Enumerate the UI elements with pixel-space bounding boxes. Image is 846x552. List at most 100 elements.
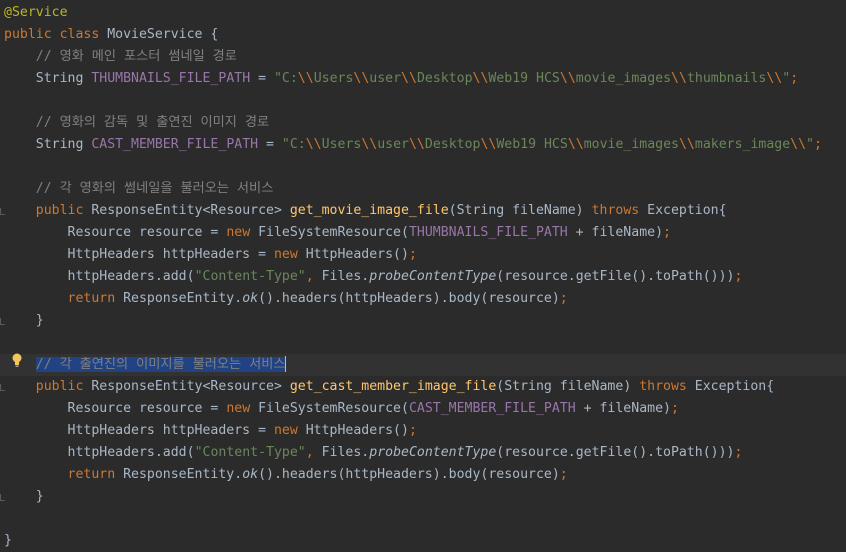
code-line[interactable]: return ResponseEntity.ok().headers(httpH… xyxy=(0,288,846,310)
code-token: MovieService { xyxy=(107,27,219,42)
code-line[interactable]: public class MovieService { xyxy=(0,24,846,46)
code-line[interactable]: Resource resource = new FileSystemResour… xyxy=(0,222,846,244)
code-token: } xyxy=(4,489,44,504)
code-token: httpHeaders.add( xyxy=(4,269,195,284)
code-token: String xyxy=(4,137,92,152)
code-token: CAST_MEMBER_FILE_PATH xyxy=(408,401,576,416)
code-line[interactable]: // 영화의 감독 및 출연진 이미지 경로 xyxy=(0,112,846,134)
code-token: httpHeaders.add( xyxy=(4,445,195,460)
code-token: \\ xyxy=(305,137,322,152)
code-token: get_movie_image_file xyxy=(289,203,449,218)
code-line[interactable]: httpHeaders.add("Content-Type", Files.pr… xyxy=(0,266,846,288)
code-line[interactable]: } xyxy=(0,486,846,508)
code-token: CAST_MEMBER_FILE_PATH xyxy=(91,137,259,152)
code-line-text: HttpHeaders httpHeaders = new HttpHeader… xyxy=(4,244,417,266)
code-token: THUMBNAILS_FILE_PATH xyxy=(408,225,568,240)
code-token: FileSystemResource( xyxy=(258,225,409,240)
code-token: Web19 HCS xyxy=(488,71,560,86)
code-line[interactable]: HttpHeaders httpHeaders = new HttpHeader… xyxy=(0,420,846,442)
code-line[interactable]: } xyxy=(0,310,846,332)
code-token: makers_image xyxy=(694,137,791,152)
code-token: = xyxy=(250,71,274,86)
code-line[interactable] xyxy=(0,332,846,354)
code-token: public class xyxy=(4,27,108,42)
code-line[interactable]: // 영화 메인 포스터 썸네일 경로 xyxy=(0,46,846,68)
code-token: \\ xyxy=(353,71,370,86)
code-token: \\ xyxy=(671,71,687,86)
code-token: ; xyxy=(408,247,417,262)
code-token: ; xyxy=(790,71,799,86)
code-line[interactable]: public ResponseEntity<Resource> get_cast… xyxy=(0,376,846,398)
code-line[interactable]: // 각 영화의 썸네일을 불러오는 서비스 xyxy=(0,178,846,200)
code-line-text: return ResponseEntity.ok().headers(httpH… xyxy=(4,288,568,310)
code-token: movie_images xyxy=(575,71,672,86)
code-token: HttpHeaders httpHeaders = xyxy=(4,423,274,438)
code-line[interactable] xyxy=(0,156,846,178)
code-token: } xyxy=(4,313,44,328)
code-token: throws xyxy=(639,379,695,394)
code-line-text: public ResponseEntity<Resource> get_movi… xyxy=(4,200,727,222)
code-line[interactable] xyxy=(0,90,846,112)
code-token: ; xyxy=(814,137,822,152)
fold-marker-icon[interactable] xyxy=(0,494,5,501)
code-token: ; xyxy=(670,401,679,416)
code-token: String xyxy=(4,71,92,86)
fold-marker-icon[interactable] xyxy=(0,208,5,215)
code-line-text: // 각 출연진의 이미지를 불러오는 서비스 xyxy=(4,354,287,376)
code-line[interactable]: Resource resource = new FileSystemResour… xyxy=(0,398,846,420)
code-token: ok xyxy=(242,291,259,306)
code-line[interactable]: httpHeaders.add("Content-Type", Files.pr… xyxy=(0,442,846,464)
code-line[interactable]: // 각 출연진의 이미지를 불러오는 서비스 xyxy=(0,354,846,376)
code-line-text: } xyxy=(4,530,12,552)
code-line[interactable]: String CAST_MEMBER_FILE_PATH = "C:\\User… xyxy=(0,134,846,156)
code-line[interactable]: public ResponseEntity<Resource> get_movi… xyxy=(0,200,846,222)
code-token: throws xyxy=(591,203,648,218)
code-line-text: httpHeaders.add("Content-Type", Files.pr… xyxy=(4,266,743,288)
code-line[interactable]: HttpHeaders httpHeaders = new HttpHeader… xyxy=(0,244,846,266)
code-token: Files. xyxy=(321,445,370,460)
code-token: public xyxy=(4,379,92,394)
code-token: ; xyxy=(559,291,568,306)
code-line[interactable] xyxy=(0,508,846,530)
code-token: ; xyxy=(663,225,671,240)
code-token: + fileName) xyxy=(575,401,671,416)
code-token: // 각 출연진의 이미지를 불러오는 서비스 xyxy=(35,357,286,372)
code-line-text: @Service xyxy=(4,2,68,24)
code-token: = xyxy=(258,137,282,152)
code-token: new xyxy=(273,247,306,262)
code-token: Users xyxy=(321,137,362,152)
code-line[interactable]: @Service xyxy=(0,2,846,24)
code-token: (resource.getFile().toPath())) xyxy=(496,269,735,284)
code-line-text: public ResponseEntity<Resource> get_cast… xyxy=(4,376,774,398)
fold-marker-icon[interactable] xyxy=(0,318,5,325)
text-caret xyxy=(285,356,287,372)
lightbulb-icon[interactable] xyxy=(10,352,24,368)
code-token: ; xyxy=(734,445,743,460)
code-token: \\ xyxy=(559,71,576,86)
code-token: \\ xyxy=(678,137,695,152)
code-token: \\ xyxy=(790,137,807,152)
code-token: , xyxy=(305,269,322,284)
code-token: HttpHeaders() xyxy=(305,423,409,438)
code-token: ResponseEntity. xyxy=(123,291,243,306)
code-line-text: Resource resource = new FileSystemResour… xyxy=(4,398,679,420)
code-line[interactable]: String THUMBNAILS_FILE_PATH = "C:\\Users… xyxy=(0,68,846,90)
code-token: new xyxy=(226,401,259,416)
code-token: (resource.getFile().toPath())) xyxy=(496,445,735,460)
code-token: return xyxy=(4,467,124,482)
code-token: Files. xyxy=(321,269,370,284)
code-editor[interactable]: @Service public class MovieService { // 영… xyxy=(0,0,846,551)
code-line-text: return ResponseEntity.ok().headers(httpH… xyxy=(4,464,568,486)
code-line[interactable]: return ResponseEntity.ok().headers(httpH… xyxy=(0,464,846,486)
code-token: user xyxy=(377,137,409,152)
fold-marker-icon[interactable] xyxy=(0,384,5,391)
code-token: new xyxy=(226,225,259,240)
code-line[interactable]: } xyxy=(0,530,846,552)
code-token: ResponseEntity<Resource> xyxy=(91,203,290,218)
code-token: Desktop xyxy=(424,137,481,152)
code-token: new xyxy=(273,423,306,438)
code-token: probeContentType xyxy=(369,269,497,284)
code-line-text: public class MovieService { xyxy=(4,24,218,46)
code-token: \\ xyxy=(472,71,489,86)
code-token: \\ xyxy=(361,137,378,152)
